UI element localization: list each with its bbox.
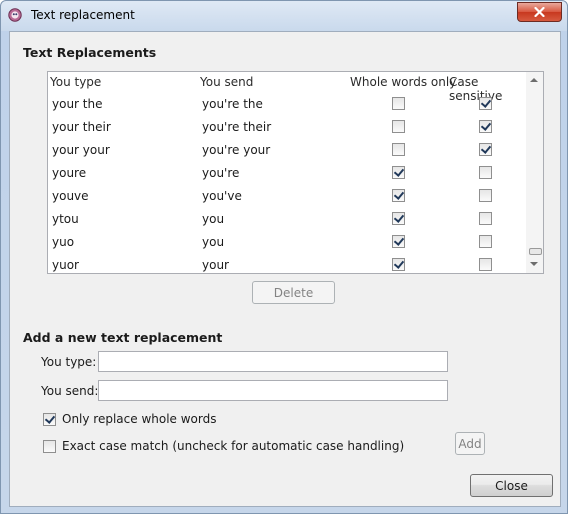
cell-you-send: you [202,212,225,226]
dialog-window: Text replacement Text Replacements You t… [0,0,568,514]
case-sensitive-checkbox[interactable] [479,212,492,225]
whole-words-checkbox[interactable] [43,413,56,426]
table-row[interactable]: your their you're their [48,115,526,138]
case-sensitive-checkbox[interactable] [479,166,492,179]
you-send-label: You send: [41,384,99,398]
cell-you-type: your the [52,97,103,111]
cell-you-type: yuor [52,258,79,272]
dialog-content: Text Replacements You type You send Whol… [9,31,561,507]
cell-you-type: your their [52,120,111,134]
column-you-type: You type [50,75,102,89]
cell-you-send: your [202,258,229,272]
scroll-thumb[interactable] [529,248,542,255]
column-you-send: You send [200,75,254,89]
case-sensitive-checkbox[interactable] [479,258,492,271]
replacements-list[interactable]: You type You send Whole words only Case … [47,71,544,274]
cell-you-send: you've [202,189,242,203]
table-row[interactable]: youve you've [48,184,526,207]
table-row[interactable]: yuo you [48,230,526,253]
whole-words-only-checkbox[interactable] [392,189,405,202]
whole-words-only-checkbox[interactable] [392,258,405,271]
list-scrollbar[interactable] [526,72,543,273]
whole-words-only-checkbox[interactable] [392,143,405,156]
whole-words-only-checkbox[interactable] [392,212,405,225]
scroll-down-icon[interactable] [530,262,538,266]
case-sensitive-checkbox[interactable] [479,143,492,156]
whole-words-only-checkbox[interactable] [392,166,405,179]
app-icon [8,8,22,22]
window-close-button[interactable] [517,2,562,22]
cell-you-type: youre [52,166,87,180]
cell-you-type: ytou [52,212,79,226]
window-title: Text replacement [31,8,135,22]
case-sensitive-checkbox[interactable] [479,189,492,202]
scroll-up-icon[interactable] [530,78,538,82]
list-header: You type You send Whole words only Case … [48,72,526,103]
add-section-title: Add a new text replacement [23,330,223,345]
cell-you-send: you're the [202,97,263,111]
replacements-section-title: Text Replacements [23,45,157,60]
cell-you-send: you're their [202,120,272,134]
you-send-input[interactable] [98,380,448,401]
close-button[interactable]: Close [470,474,553,497]
whole-words-label[interactable]: Only replace whole words [62,412,217,426]
cell-you-type: yuo [52,235,75,249]
title-bar[interactable]: Text replacement [1,1,567,30]
cell-you-send: you're [202,166,240,180]
table-row[interactable]: ytou you [48,207,526,230]
cell-you-type: youve [52,189,89,203]
close-icon [534,7,545,17]
case-sensitive-checkbox[interactable] [479,235,492,248]
cell-you-send: you're your [202,143,271,157]
column-whole-words: Whole words only [350,75,457,89]
cell-you-type: your your [52,143,110,157]
table-row[interactable]: youre you're [48,161,526,184]
exact-case-checkbox[interactable] [43,440,56,453]
delete-button[interactable]: Delete [252,281,335,304]
exact-case-label[interactable]: Exact case match (uncheck for automatic … [62,439,404,453]
table-row[interactable]: your the you're the [48,92,526,115]
you-type-label: You type: [41,355,97,369]
table-row[interactable]: your your you're your [48,138,526,161]
case-sensitive-checkbox[interactable] [479,120,492,133]
you-type-input[interactable] [98,351,448,372]
cell-you-send: you [202,235,225,249]
table-row[interactable]: yuor your [48,253,526,276]
add-button[interactable]: Add [455,432,485,455]
case-sensitive-checkbox[interactable] [479,97,492,110]
whole-words-only-checkbox[interactable] [392,120,405,133]
whole-words-only-checkbox[interactable] [392,235,405,248]
whole-words-only-checkbox[interactable] [392,97,405,110]
